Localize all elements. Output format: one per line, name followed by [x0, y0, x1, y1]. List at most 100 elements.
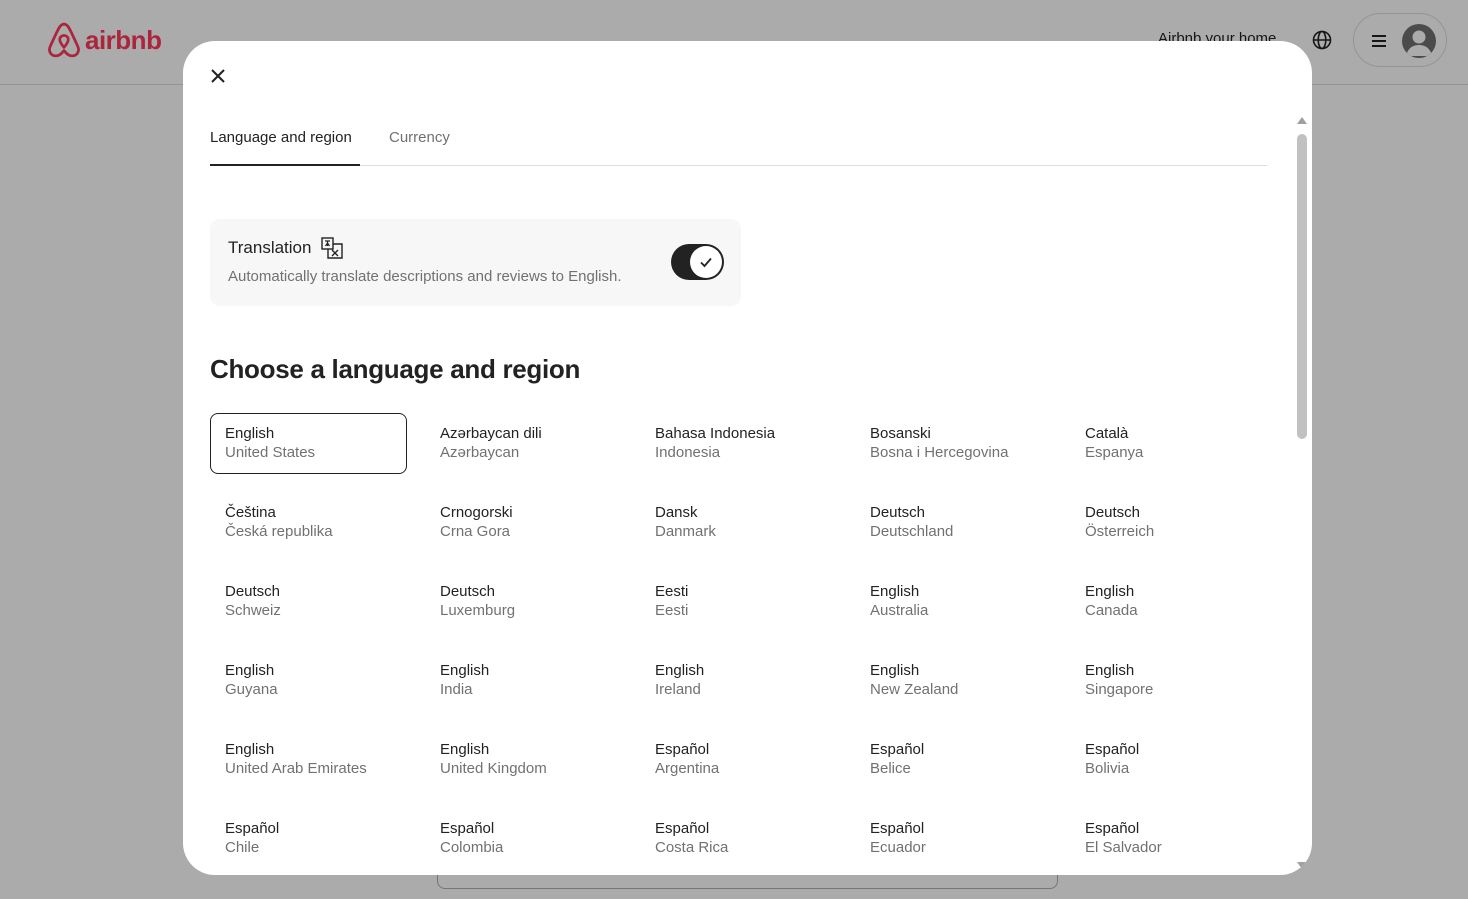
language-option[interactable]: English Guyana	[210, 650, 407, 711]
language-name: English	[655, 662, 705, 679]
language-option[interactable]: Čeština Česká republika	[210, 492, 407, 553]
language-name: Bahasa Indonesia	[655, 425, 776, 442]
language-region: Singapore	[1085, 681, 1154, 698]
language-option[interactable]: Español Colombia	[425, 808, 622, 869]
language-name: Eesti	[655, 583, 689, 600]
translation-toggle[interactable]	[671, 244, 724, 280]
language-option[interactable]: Español Bolivia	[1070, 729, 1267, 790]
language-name: Español	[655, 820, 710, 837]
language-name: English	[225, 425, 275, 442]
language-region: United Kingdom	[440, 760, 547, 777]
language-region: Bosna i Hercegovina	[870, 444, 1009, 461]
language-region: New Zealand	[870, 681, 959, 698]
check-icon	[700, 257, 712, 268]
language-option[interactable]: Español Belice	[855, 729, 1052, 790]
language-name: Español	[440, 820, 495, 837]
language-region: Espanya	[1085, 444, 1144, 461]
language-name: English	[870, 583, 920, 600]
language-name: Español	[1085, 820, 1140, 837]
language-region: Österreich	[1085, 523, 1155, 540]
language-option[interactable]: Bosanski Bosna i Hercegovina	[855, 413, 1052, 474]
language-region: Ireland	[655, 681, 701, 698]
language-option[interactable]: English India	[425, 650, 622, 711]
language-name: Español	[1085, 741, 1140, 758]
section-heading: Choose a language and region	[210, 354, 581, 384]
language-region: Česká republika	[225, 523, 333, 540]
language-region: Costa Rica	[655, 839, 729, 856]
language-option[interactable]: English United States	[210, 413, 407, 474]
language-region: Argentina	[655, 760, 720, 777]
language-name: Deutsch	[440, 583, 496, 600]
language-name: English	[870, 662, 920, 679]
language-region: Belice	[870, 760, 911, 777]
language-option[interactable]: Bahasa Indonesia Indonesia	[640, 413, 837, 474]
language-option[interactable]: Eesti Eesti	[640, 571, 837, 632]
language-name: Español	[225, 820, 280, 837]
language-region: Bolivia	[1085, 760, 1130, 777]
close-icon	[211, 69, 225, 83]
language-region: Canada	[1085, 602, 1138, 619]
language-region: Eesti	[655, 602, 689, 619]
language-option[interactable]: English New Zealand	[855, 650, 1052, 711]
language-region: Danmark	[655, 523, 716, 540]
language-region: United States	[225, 444, 316, 461]
language-option[interactable]: Español Ecuador	[855, 808, 1052, 869]
language-name: Español	[870, 820, 925, 837]
modal-tabs: Language and region Currency	[210, 127, 1267, 166]
language-option[interactable]: Deutsch Deutschland	[855, 492, 1052, 553]
language-name: English	[1085, 583, 1135, 600]
language-option[interactable]: English Ireland	[640, 650, 837, 711]
translation-card: Translation Automatically translate desc…	[210, 219, 741, 306]
language-region: Crna Gora	[440, 523, 511, 540]
language-option[interactable]: English United Arab Emirates	[210, 729, 407, 790]
language-region: Deutschland	[870, 523, 954, 540]
language-name: English	[440, 662, 490, 679]
language-name: Español	[870, 741, 925, 758]
language-option[interactable]: English Canada	[1070, 571, 1267, 632]
language-option[interactable]: Deutsch Schweiz	[210, 571, 407, 632]
scroll-up-arrow[interactable]	[1297, 117, 1307, 124]
translate-icon	[321, 237, 344, 259]
language-region: Luxemburg	[440, 602, 516, 619]
language-region: El Salvador	[1085, 839, 1162, 856]
language-option[interactable]: Deutsch Österreich	[1070, 492, 1267, 553]
translation-title-row: Translation	[228, 237, 344, 259]
language-option[interactable]: Azərbaycan dili Azərbaycan	[425, 413, 622, 474]
language-option[interactable]: Crnogorski Crna Gora	[425, 492, 622, 553]
language-option[interactable]: English United Kingdom	[425, 729, 622, 790]
language-region: Colombia	[440, 839, 504, 856]
language-option[interactable]: English Singapore	[1070, 650, 1267, 711]
language-name: Bosanski	[870, 425, 931, 442]
language-name: Deutsch	[870, 504, 926, 521]
language-option[interactable]: Deutsch Luxemburg	[425, 571, 622, 632]
language-option[interactable]: Español Chile	[210, 808, 407, 869]
language-name: Deutsch	[1085, 504, 1141, 521]
language-name: Català	[1085, 425, 1129, 442]
language-option[interactable]: Español Costa Rica	[640, 808, 837, 869]
tab-language-and-region[interactable]: Language and region	[210, 127, 360, 166]
tab-currency[interactable]: Currency	[389, 127, 450, 166]
toggle-knob	[690, 246, 722, 278]
translation-description: Automatically translate descriptions and…	[228, 268, 622, 285]
language-option[interactable]: English Australia	[855, 571, 1052, 632]
language-name: Deutsch	[225, 583, 281, 600]
language-region: Indonesia	[655, 444, 721, 461]
language-option[interactable]: Català Espanya	[1070, 413, 1267, 474]
modal-scrollbar[interactable]	[1295, 115, 1309, 869]
language-name: Čeština	[225, 504, 276, 521]
language-name: English	[225, 741, 275, 758]
language-option[interactable]: Dansk Danmark	[640, 492, 837, 553]
language-name: Crnogorski	[440, 504, 513, 521]
scroll-down-arrow[interactable]	[1297, 862, 1307, 869]
language-option[interactable]: Español Argentina	[640, 729, 837, 790]
language-currency-modal: Language and region Currency Translation…	[183, 41, 1312, 875]
scroll-thumb[interactable]	[1297, 134, 1307, 439]
language-name: English	[1085, 662, 1135, 679]
language-region: United Arab Emirates	[225, 760, 367, 777]
language-name: English	[225, 662, 275, 679]
language-name: English	[440, 741, 490, 758]
close-button[interactable]	[205, 63, 231, 89]
language-option[interactable]: Español El Salvador	[1070, 808, 1267, 869]
language-grid: English United States Azərbaycan dili Azərb…	[210, 413, 1285, 869]
language-name: Azərbaycan dili	[440, 425, 542, 442]
